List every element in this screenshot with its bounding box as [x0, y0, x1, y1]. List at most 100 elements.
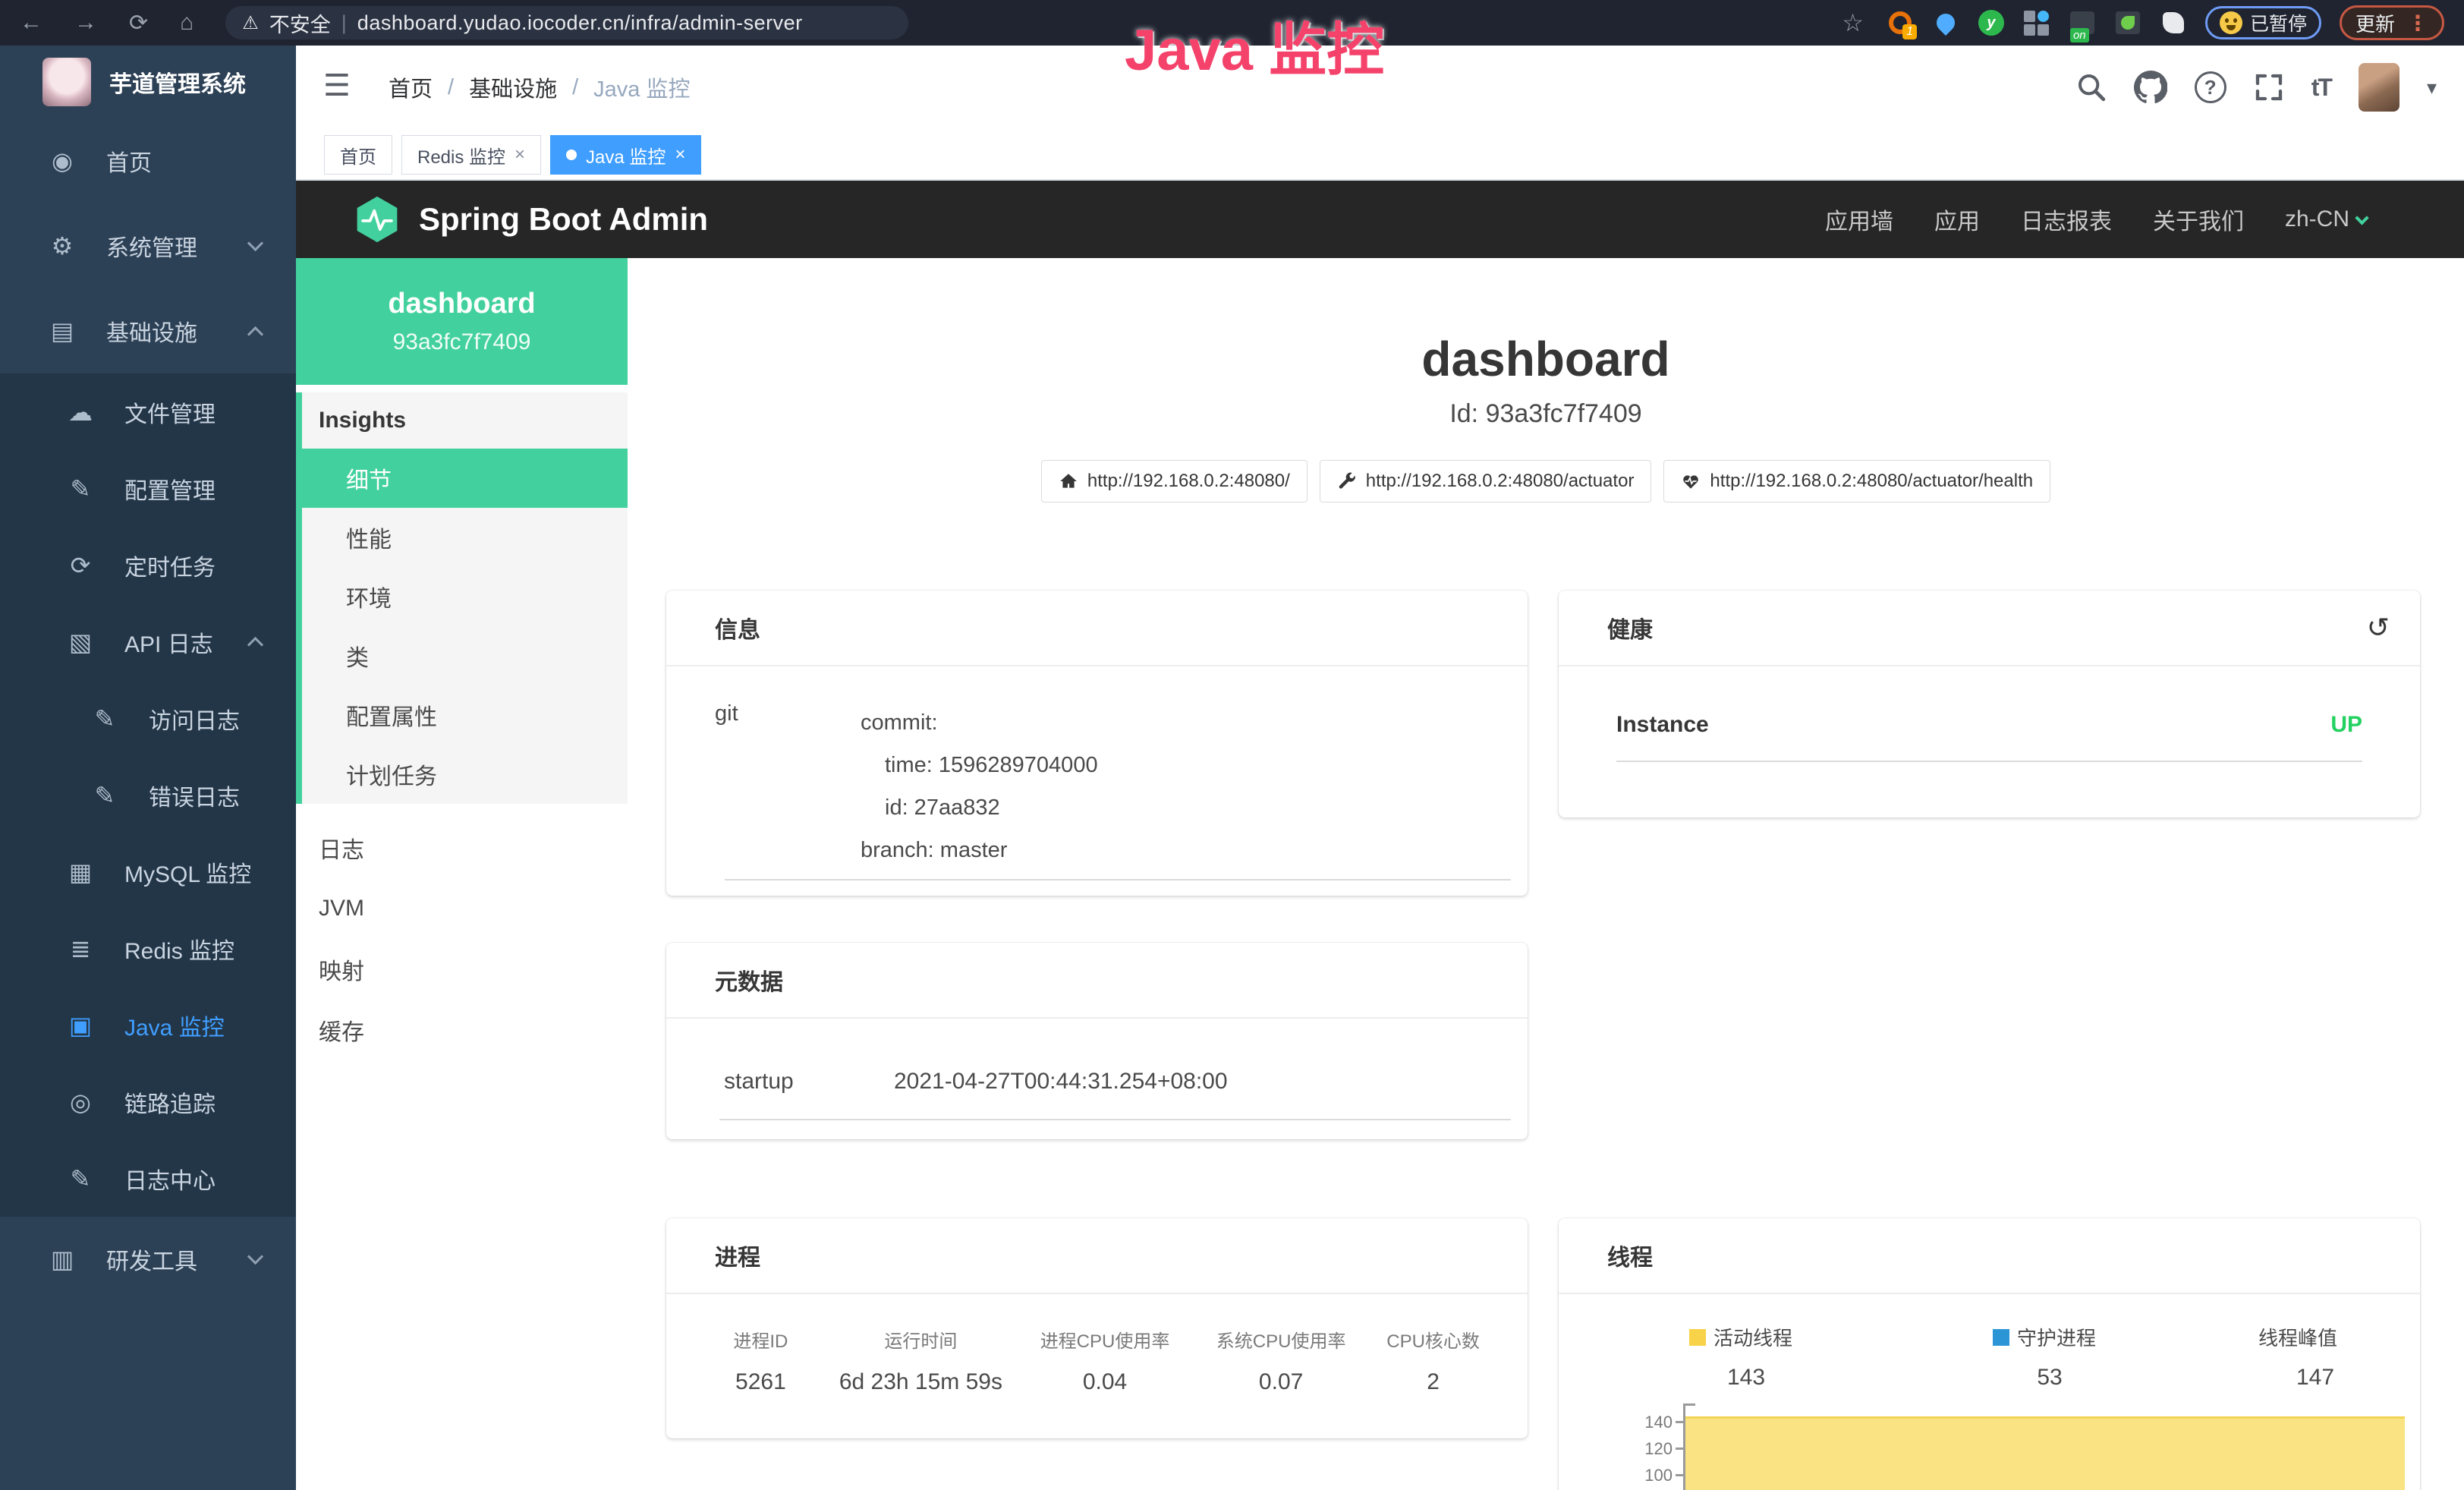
user-avatar[interactable]: [2359, 63, 2399, 112]
menu-item-metrics[interactable]: 性能: [302, 508, 628, 567]
sidebar-item-mysql[interactable]: ▦ MySQL 监控: [0, 833, 296, 910]
address-bar[interactable]: ⚠ 不安全 | dashboard.yudao.iocoder.cn/infra…: [225, 6, 908, 39]
reload-icon[interactable]: ⟳: [129, 10, 148, 36]
page-title: dashboard: [628, 331, 2464, 387]
sidebar-item-label: 首页: [106, 144, 152, 178]
process-table-headers: 进程ID 运行时间 进程CPU使用率 系统CPU使用率 CPU核心数: [697, 1326, 1497, 1353]
breadcrumb-home[interactable]: 首页: [389, 71, 433, 103]
actuator-url-button[interactable]: http://192.168.0.2:48080/actuator: [1320, 460, 1652, 502]
infrastructure-icon: ▤: [47, 317, 77, 345]
git-time-line: time: 1596289704000: [861, 744, 1098, 786]
extension-grid-icon[interactable]: [2023, 9, 2050, 36]
threads-card: 线程 活动线程 143 守护进程 53 线程峰值 147 140 120 100: [1559, 1218, 2420, 1490]
github-icon[interactable]: [2134, 71, 2167, 104]
system-cpu-value: 0.07: [1193, 1369, 1369, 1395]
breadcrumb-current: Java 监控: [593, 71, 690, 103]
instance-id: 93a3fc7f7409: [393, 329, 531, 355]
api-log-icon: ▧: [65, 628, 96, 657]
sidebar-item-config[interactable]: ✎ 配置管理: [0, 450, 296, 527]
sidebar-item-access-log[interactable]: ✎ 访问日志: [0, 680, 296, 757]
screen: ← → ⟳ ⌂ ⚠ 不安全 | dashboard.yudao.iocoder.…: [0, 0, 2464, 1490]
sidebar-item-java-monitor[interactable]: ▣ Java 监控: [0, 987, 296, 1063]
sidebar-item-system[interactable]: ⚙ 系统管理: [0, 203, 296, 288]
menu-item-scheduled-tasks[interactable]: 计划任务: [302, 745, 628, 804]
extension-on-icon[interactable]: on: [2069, 9, 2096, 36]
sidebar-item-job[interactable]: ⟳ 定时任务: [0, 527, 296, 603]
divider: [719, 1119, 1511, 1120]
sidebar-item-label: 研发工具: [106, 1243, 197, 1276]
sidebar-item-log-center[interactable]: ✎ 日志中心: [0, 1140, 296, 1217]
legend-item-daemon: 守护进程 53: [1993, 1323, 2258, 1391]
browser-menu-icon[interactable]: ⋮: [2407, 11, 2428, 36]
menu-item-config-props[interactable]: 配置属性: [302, 685, 628, 745]
chevron-down-icon: [247, 1248, 263, 1264]
update-button[interactable]: 更新 ⋮: [2340, 5, 2444, 40]
metadata-card-title: 元数据: [666, 943, 1528, 1019]
help-icon[interactable]: ?: [2195, 71, 2226, 103]
back-icon[interactable]: ←: [20, 10, 42, 36]
close-icon[interactable]: ×: [675, 144, 685, 165]
menu-item-jvm[interactable]: JVM: [296, 878, 628, 939]
process-card-title: 进程: [666, 1218, 1528, 1294]
avatar-caret-icon[interactable]: ▾: [2427, 76, 2437, 99]
extension-icon-1[interactable]: 1: [1887, 9, 1914, 36]
sidebar-item-file[interactable]: ☁ 文件管理: [0, 373, 296, 450]
tab-java-monitor[interactable]: Java 监控 ×: [550, 135, 701, 175]
sidebar-item-devtools[interactable]: ▥ 研发工具: [0, 1217, 296, 1302]
fullscreen-icon[interactable]: [2254, 72, 2284, 102]
tab-home[interactable]: 首页: [324, 135, 392, 175]
sba-brand[interactable]: Spring Boot Admin: [296, 195, 708, 244]
sba-nav-wallboard[interactable]: 应用墙: [1825, 203, 1893, 236]
threads-area-series: [1685, 1416, 2405, 1490]
menu-item-logs[interactable]: 日志: [296, 817, 628, 878]
paused-badge[interactable]: 已暂停: [2205, 6, 2321, 39]
sba-nav-journal[interactable]: 日志报表: [2021, 203, 2112, 236]
sba-nav-about[interactable]: 关于我们: [2153, 203, 2244, 236]
metadata-card: 元数据 startup 2021-04-27T00:44:31.254+08:0…: [666, 943, 1528, 1139]
paused-emoji-icon: [2220, 11, 2242, 34]
close-icon[interactable]: ×: [515, 144, 525, 165]
home-icon[interactable]: ⌂: [180, 10, 194, 36]
legend-value: 143: [1689, 1365, 1803, 1391]
search-icon[interactable]: [2076, 72, 2107, 102]
sidebar-item-home[interactable]: ◉ 首页: [0, 118, 296, 203]
bookmark-star-icon[interactable]: ☆: [1842, 8, 1864, 37]
edit-icon: ✎: [65, 474, 96, 503]
health-url-button[interactable]: http://192.168.0.2:48080/actuator/health: [1663, 460, 2050, 502]
sidebar-item-infra[interactable]: ▤ 基础设施: [0, 288, 296, 373]
git-commit-line: commit:: [861, 701, 1098, 744]
menu-item-mappings[interactable]: 映射: [296, 939, 628, 1000]
extension-y-icon[interactable]: y: [1978, 9, 2005, 36]
sidebar-item-redis[interactable]: ≣ Redis 监控: [0, 910, 296, 987]
sidebar-item-label: 基础设施: [106, 314, 197, 348]
instance-header[interactable]: dashboard 93a3fc7f7409: [296, 258, 628, 385]
history-icon[interactable]: ↺: [2367, 612, 2390, 644]
sba-nav-language[interactable]: zh-CN: [2285, 206, 2367, 232]
divider: [725, 879, 1511, 880]
git-id-line: id: 27aa832: [861, 786, 1098, 829]
extension-leaf-icon[interactable]: [2114, 9, 2141, 36]
forward-icon[interactable]: →: [74, 10, 97, 36]
menu-item-details[interactable]: 细节: [296, 449, 628, 508]
extension-puzzle-icon[interactable]: [2160, 9, 2187, 36]
menu-item-caches[interactable]: 缓存: [296, 1000, 628, 1060]
text-size-icon[interactable]: tT: [2311, 74, 2331, 102]
hamburger-icon[interactable]: ☰: [323, 68, 351, 103]
breadcrumb-infra[interactable]: 基础设施: [469, 71, 557, 103]
tab-redis-monitor[interactable]: Redis 监控 ×: [401, 135, 541, 175]
health-instance-row[interactable]: Instance UP: [1559, 666, 2420, 738]
brand-logo: [42, 58, 91, 106]
sba-nav-applications[interactable]: 应用: [1934, 203, 1980, 236]
sidebar-item-trace[interactable]: ◎ 链路追踪: [0, 1063, 296, 1140]
sidebar-item-api-log[interactable]: ▧ API 日志: [0, 603, 296, 680]
service-url-button[interactable]: http://192.168.0.2:48080/: [1041, 460, 1308, 502]
menu-item-classes[interactable]: 类: [302, 626, 628, 685]
schedule-icon: ⟳: [65, 551, 96, 580]
sidebar-item-error-log[interactable]: ✎ 错误日志: [0, 757, 296, 833]
extension-pin-icon[interactable]: [1932, 9, 1959, 36]
menu-item-environment[interactable]: 环境: [302, 567, 628, 626]
brand-title: 芋道管理系统: [109, 65, 246, 99]
chevron-down-icon: [247, 235, 263, 250]
extension-badge: 1: [1902, 24, 1917, 39]
sba-root-menu: 日志 JVM 映射 缓存: [296, 817, 628, 1060]
